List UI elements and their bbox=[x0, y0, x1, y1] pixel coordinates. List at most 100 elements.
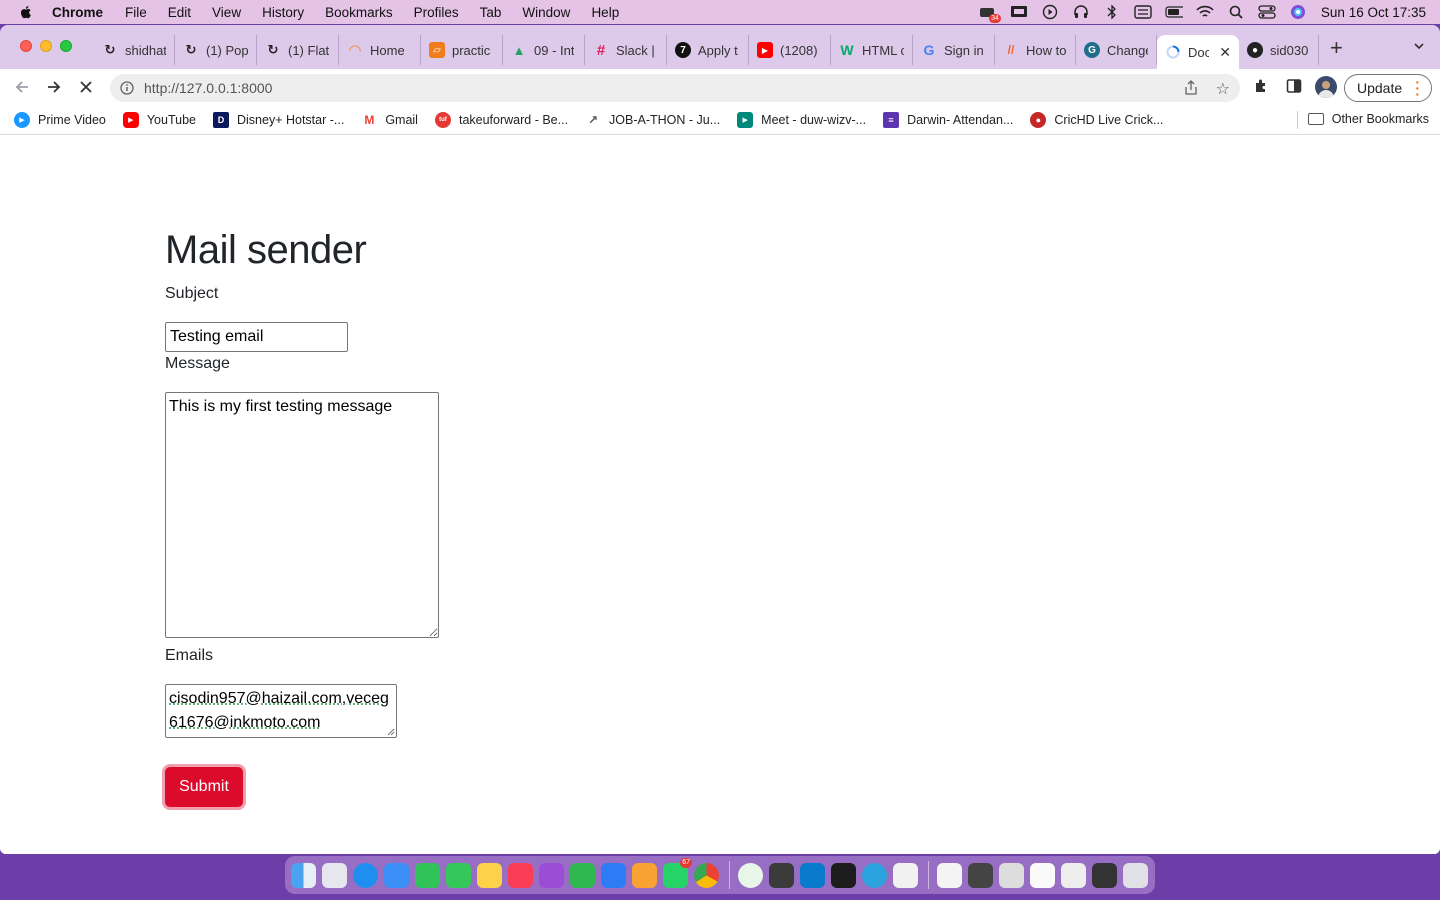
forward-button[interactable] bbox=[44, 77, 64, 97]
menubar-clock[interactable]: Sun 16 Oct 17:35 bbox=[1321, 5, 1426, 20]
subject-input[interactable] bbox=[165, 322, 348, 352]
message-textarea[interactable]: This is my first testing message bbox=[165, 392, 439, 638]
tab-item[interactable]: ▶ (1208) bbox=[749, 35, 831, 65]
document-thumbnail-icon[interactable] bbox=[937, 862, 962, 888]
finder-icon[interactable] bbox=[291, 862, 316, 888]
tab-search-chevron-icon[interactable] bbox=[1414, 41, 1424, 51]
terminal-icon[interactable] bbox=[831, 862, 856, 888]
bookmark-item[interactable]: ▶ Meet - duw-wizv-... bbox=[737, 111, 866, 128]
back-button[interactable] bbox=[12, 77, 32, 97]
tab-item[interactable]: ▱ practic bbox=[421, 35, 503, 65]
menu-help[interactable]: Help bbox=[591, 5, 619, 20]
mongodb-compass-icon[interactable] bbox=[738, 862, 763, 888]
pages-icon[interactable] bbox=[632, 862, 657, 888]
textedit-icon[interactable] bbox=[893, 862, 918, 888]
bookmark-item[interactable]: ↗ JOB-A-THON - Ju... bbox=[585, 112, 720, 128]
bookmark-item[interactable]: M Gmail bbox=[361, 112, 418, 128]
keynote-icon[interactable] bbox=[601, 862, 626, 888]
close-window-button[interactable] bbox=[20, 40, 32, 52]
safari-icon[interactable] bbox=[353, 862, 378, 888]
notes-icon[interactable] bbox=[477, 862, 502, 888]
site-info-icon[interactable] bbox=[120, 81, 134, 95]
podcasts-icon[interactable] bbox=[539, 862, 564, 888]
menu-app-name[interactable]: Chrome bbox=[52, 5, 103, 20]
apple-icon[interactable] bbox=[18, 4, 34, 20]
menu-profiles[interactable]: Profiles bbox=[414, 5, 459, 20]
other-bookmarks-folder[interactable]: Other Bookmarks bbox=[1307, 112, 1429, 126]
tab-item[interactable]: ↻ (1) Flat bbox=[257, 35, 339, 65]
tab-item[interactable]: # Slack | bbox=[585, 35, 667, 65]
play-circle-icon[interactable] bbox=[1041, 4, 1059, 20]
launchpad-icon[interactable] bbox=[322, 862, 347, 888]
emails-textarea[interactable]: cisodin957@haizail.com,veceg61676@inkmot… bbox=[165, 684, 397, 738]
numbers-icon[interactable] bbox=[570, 862, 595, 888]
menu-view[interactable]: View bbox=[212, 5, 241, 20]
window-thumbnail-icon[interactable] bbox=[1030, 862, 1055, 888]
mail-icon[interactable] bbox=[384, 862, 409, 888]
bluetooth-icon[interactable] bbox=[1103, 4, 1121, 20]
window-thumbnail-icon[interactable] bbox=[1061, 862, 1086, 888]
wifi-icon[interactable] bbox=[1196, 4, 1214, 20]
tab-item[interactable]: ● sid030 bbox=[1239, 35, 1319, 65]
menu-history[interactable]: History bbox=[262, 5, 304, 20]
tab-item[interactable]: ◠ Home bbox=[339, 35, 421, 65]
keyboard-input-icon[interactable] bbox=[1134, 4, 1152, 20]
bookmark-item[interactable]: ● CricHD Live Crick... bbox=[1030, 111, 1163, 128]
tab-item[interactable]: G Sign in bbox=[913, 35, 995, 65]
search-icon[interactable] bbox=[1227, 4, 1245, 20]
music-icon[interactable] bbox=[508, 862, 533, 888]
menu-edit[interactable]: Edit bbox=[168, 5, 191, 20]
messages-icon[interactable] bbox=[446, 862, 471, 888]
menu-window[interactable]: Window bbox=[522, 5, 570, 20]
whatsapp-icon[interactable]: 67 bbox=[663, 857, 692, 888]
maximize-window-button[interactable] bbox=[60, 40, 72, 52]
menu-file[interactable]: File bbox=[125, 5, 147, 20]
extensions-puzzle-icon[interactable] bbox=[1253, 78, 1269, 94]
chrome-icon[interactable] bbox=[694, 862, 719, 888]
close-tab-icon[interactable]: ✕ bbox=[1219, 44, 1231, 61]
bookmark-item[interactable]: ▶ YouTube bbox=[122, 111, 196, 128]
update-chrome-button[interactable]: Update · · · bbox=[1344, 74, 1432, 102]
window-thumbnail-icon[interactable] bbox=[968, 862, 993, 888]
stop-loading-button[interactable] bbox=[76, 77, 96, 97]
more-menu-icon[interactable]: · · · bbox=[1415, 75, 1420, 101]
tab-item[interactable]: G Change bbox=[1076, 35, 1157, 65]
bookmark-item[interactable]: ▶ Prime Video bbox=[14, 111, 106, 128]
submit-button[interactable]: Submit bbox=[165, 767, 243, 807]
profile-avatar[interactable] bbox=[1315, 76, 1337, 98]
tab-item[interactable]: ↻ shidhat bbox=[94, 35, 175, 65]
bookmark-item[interactable]: ≡ Darwin- Attendan... bbox=[883, 111, 1013, 128]
tab-item[interactable]: 7 Apply t bbox=[667, 35, 749, 65]
menu-tab[interactable]: Tab bbox=[480, 5, 502, 20]
tab-item[interactable]: ▲ 09 - Int bbox=[503, 35, 585, 65]
new-tab-button[interactable]: + bbox=[1330, 37, 1343, 59]
vscode-icon[interactable] bbox=[800, 862, 825, 888]
window-thumbnail-icon[interactable] bbox=[1092, 862, 1117, 888]
anydesk-icon[interactable] bbox=[769, 862, 794, 888]
menu-bookmarks[interactable]: Bookmarks bbox=[325, 5, 393, 20]
facetime-icon[interactable] bbox=[415, 862, 440, 888]
address-bar[interactable]: http://127.0.0.1:8000 ☆ bbox=[110, 74, 1240, 102]
telegram-icon[interactable] bbox=[862, 862, 887, 888]
tab-active[interactable]: Doc ✕ bbox=[1157, 35, 1239, 69]
control-center-icon[interactable] bbox=[1258, 4, 1276, 20]
minimize-window-button[interactable] bbox=[40, 40, 52, 52]
share-icon[interactable] bbox=[1184, 80, 1198, 96]
resize-grip-icon[interactable] bbox=[387, 728, 395, 736]
siri-icon[interactable] bbox=[1289, 4, 1307, 20]
battery-icon[interactable] bbox=[1165, 4, 1183, 20]
screen-mirror-icon[interactable] bbox=[1010, 4, 1028, 20]
tab-item[interactable]: W HTML c bbox=[831, 35, 913, 65]
side-panel-icon[interactable] bbox=[1286, 78, 1302, 94]
bookmark-star-icon[interactable]: ☆ bbox=[1216, 79, 1230, 99]
window-thumbnail-icon[interactable] bbox=[999, 862, 1024, 888]
headphones-icon[interactable] bbox=[1072, 4, 1090, 20]
trash-icon[interactable] bbox=[1123, 862, 1148, 888]
bookmark-item[interactable]: tuf takeuforward - Be... bbox=[434, 111, 568, 128]
bookmark-item[interactable]: D Disney+ Hotstar -... bbox=[212, 111, 344, 128]
menubar-status-area: 34 Sun 16 Oct 17:35 bbox=[966, 0, 1426, 24]
url-text[interactable]: http://127.0.0.1:8000 bbox=[144, 80, 272, 96]
tab-item[interactable]: ↻ (1) Pop bbox=[175, 35, 257, 65]
tab-item[interactable]: // How to bbox=[995, 35, 1076, 65]
notification-app-icon[interactable]: 34 bbox=[979, 4, 1001, 23]
